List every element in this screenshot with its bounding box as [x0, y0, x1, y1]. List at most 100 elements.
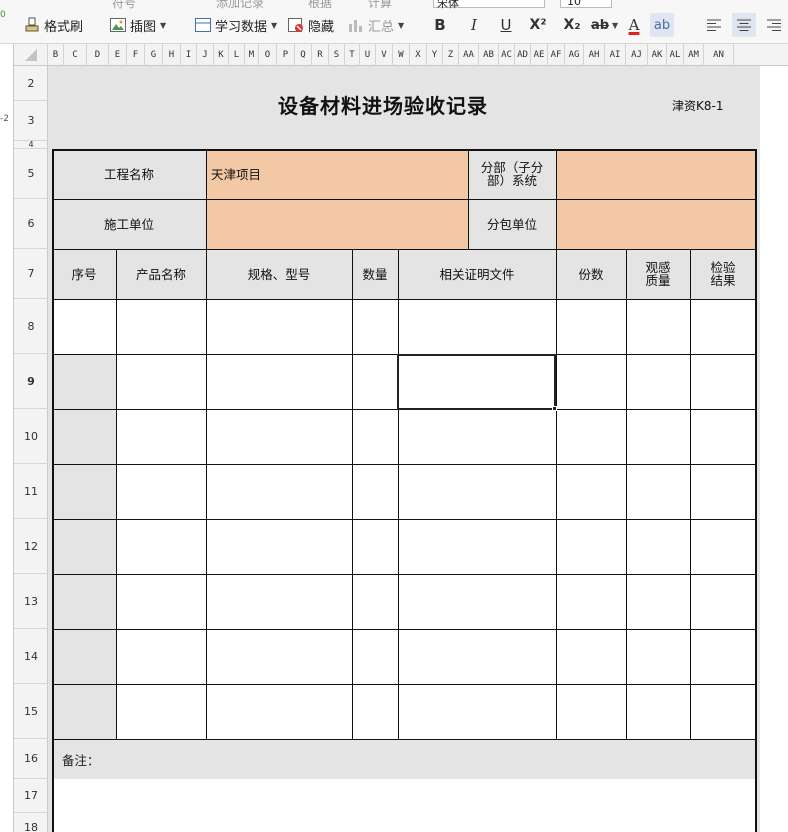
italic-button[interactable]: I — [462, 13, 486, 37]
learn-data-button[interactable]: 学习数据 ▼ — [195, 14, 277, 36]
column-header[interactable]: AA — [459, 44, 479, 66]
table-cell[interactable] — [690, 464, 756, 519]
row-header[interactable]: 13 — [14, 574, 48, 629]
column-header[interactable]: AG — [565, 44, 584, 66]
table-cell[interactable] — [116, 464, 206, 519]
table-cell[interactable] — [52, 464, 116, 519]
column-header[interactable]: O — [259, 44, 277, 66]
column-header[interactable]: I — [181, 44, 197, 66]
column-header[interactable]: L — [229, 44, 245, 66]
table-cell[interactable] — [690, 299, 756, 354]
column-header[interactable]: AF — [548, 44, 565, 66]
table-cell[interactable] — [116, 409, 206, 464]
font-color-button[interactable]: A — [622, 13, 646, 37]
column-header[interactable]: F — [127, 44, 145, 66]
table-cell[interactable] — [52, 354, 116, 409]
table-cell[interactable] — [626, 684, 690, 739]
table-cell[interactable] — [206, 684, 352, 739]
table-cell[interactable] — [116, 299, 206, 354]
table-cell[interactable] — [398, 299, 556, 354]
table-cell[interactable] — [52, 299, 116, 354]
table-cell[interactable] — [52, 629, 116, 684]
superscript-button[interactable]: X² — [526, 13, 550, 37]
row-header[interactable]: 4 — [14, 140, 48, 149]
row-header[interactable]: 10 — [14, 409, 48, 464]
column-header[interactable]: B — [48, 44, 64, 66]
table-cell[interactable] — [352, 409, 398, 464]
contractor-cell[interactable] — [206, 199, 468, 249]
remarks-content-cell[interactable] — [52, 779, 756, 832]
table-cell[interactable] — [352, 464, 398, 519]
column-header[interactable]: M — [245, 44, 259, 66]
column-header[interactable]: AK — [648, 44, 667, 66]
column-header[interactable]: J — [197, 44, 214, 66]
table-cell[interactable] — [626, 464, 690, 519]
table-cell[interactable] — [206, 464, 352, 519]
column-header[interactable]: AJ — [626, 44, 648, 66]
row-header[interactable]: 17 — [14, 779, 48, 813]
table-cell[interactable] — [398, 519, 556, 574]
calc-button-partial[interactable]: 计算 — [368, 0, 392, 11]
table-cell[interactable] — [352, 354, 398, 409]
table-cell[interactable] — [52, 574, 116, 629]
column-header[interactable]: X — [410, 44, 427, 66]
column-header[interactable]: D — [87, 44, 109, 66]
column-header[interactable]: C — [64, 44, 87, 66]
underline-button[interactable]: U — [494, 13, 518, 37]
subcontractor-cell[interactable] — [556, 199, 756, 249]
column-header[interactable]: AB — [479, 44, 499, 66]
column-header[interactable]: AL — [667, 44, 684, 66]
root-button-partial[interactable]: 根据 — [308, 0, 332, 11]
table-cell[interactable] — [352, 519, 398, 574]
table-cell[interactable] — [352, 299, 398, 354]
table-cell[interactable] — [556, 519, 626, 574]
column-header[interactable]: AC — [499, 44, 515, 66]
table-cell[interactable] — [206, 519, 352, 574]
table-cell[interactable] — [116, 519, 206, 574]
table-cell[interactable] — [206, 354, 352, 409]
column-header[interactable]: AE — [531, 44, 548, 66]
add-record-button-partial[interactable]: 添加记录 — [216, 0, 264, 11]
row-header[interactable]: 14 — [14, 629, 48, 684]
bold-button[interactable]: B — [428, 13, 452, 37]
row-header[interactable]: 18 — [14, 813, 48, 832]
column-header[interactable]: AM — [684, 44, 704, 66]
table-cell[interactable] — [116, 354, 206, 409]
table-cell[interactable] — [556, 464, 626, 519]
selected-cell-frame[interactable] — [397, 354, 556, 410]
column-header[interactable]: E — [109, 44, 127, 66]
column-header[interactable]: Q — [295, 44, 312, 66]
table-cell[interactable] — [52, 519, 116, 574]
table-cell[interactable] — [116, 574, 206, 629]
table-cell[interactable] — [352, 574, 398, 629]
column-header[interactable]: AD — [515, 44, 531, 66]
hide-button[interactable]: 隐藏 — [288, 14, 334, 36]
row-header[interactable]: 12 — [14, 519, 48, 574]
row-header[interactable]: 3 — [14, 101, 48, 141]
table-cell[interactable] — [206, 409, 352, 464]
table-cell[interactable] — [206, 574, 352, 629]
table-cell[interactable] — [690, 574, 756, 629]
row-header[interactable]: 6 — [14, 199, 48, 249]
column-header[interactable]: W — [393, 44, 410, 66]
column-header[interactable]: AH — [584, 44, 605, 66]
table-cell[interactable] — [690, 354, 756, 409]
align-left-button[interactable] — [702, 13, 726, 37]
table-cell[interactable] — [116, 629, 206, 684]
table-cell[interactable] — [626, 409, 690, 464]
column-header[interactable]: AN — [704, 44, 734, 66]
table-cell[interactable] — [556, 629, 626, 684]
select-all-corner[interactable] — [14, 44, 48, 66]
table-cell[interactable] — [626, 354, 690, 409]
table-cell[interactable] — [690, 519, 756, 574]
row-header[interactable]: 7 — [14, 249, 48, 299]
align-right-button[interactable] — [762, 13, 786, 37]
table-cell[interactable] — [556, 409, 626, 464]
table-cell[interactable] — [626, 574, 690, 629]
column-header[interactable]: G — [145, 44, 163, 66]
column-header[interactable]: AI — [605, 44, 626, 66]
column-header[interactable]: U — [360, 44, 376, 66]
project-name-cell[interactable]: 天津项目 — [206, 149, 468, 199]
table-cell[interactable] — [556, 299, 626, 354]
row-header[interactable]: 11 — [14, 464, 48, 519]
